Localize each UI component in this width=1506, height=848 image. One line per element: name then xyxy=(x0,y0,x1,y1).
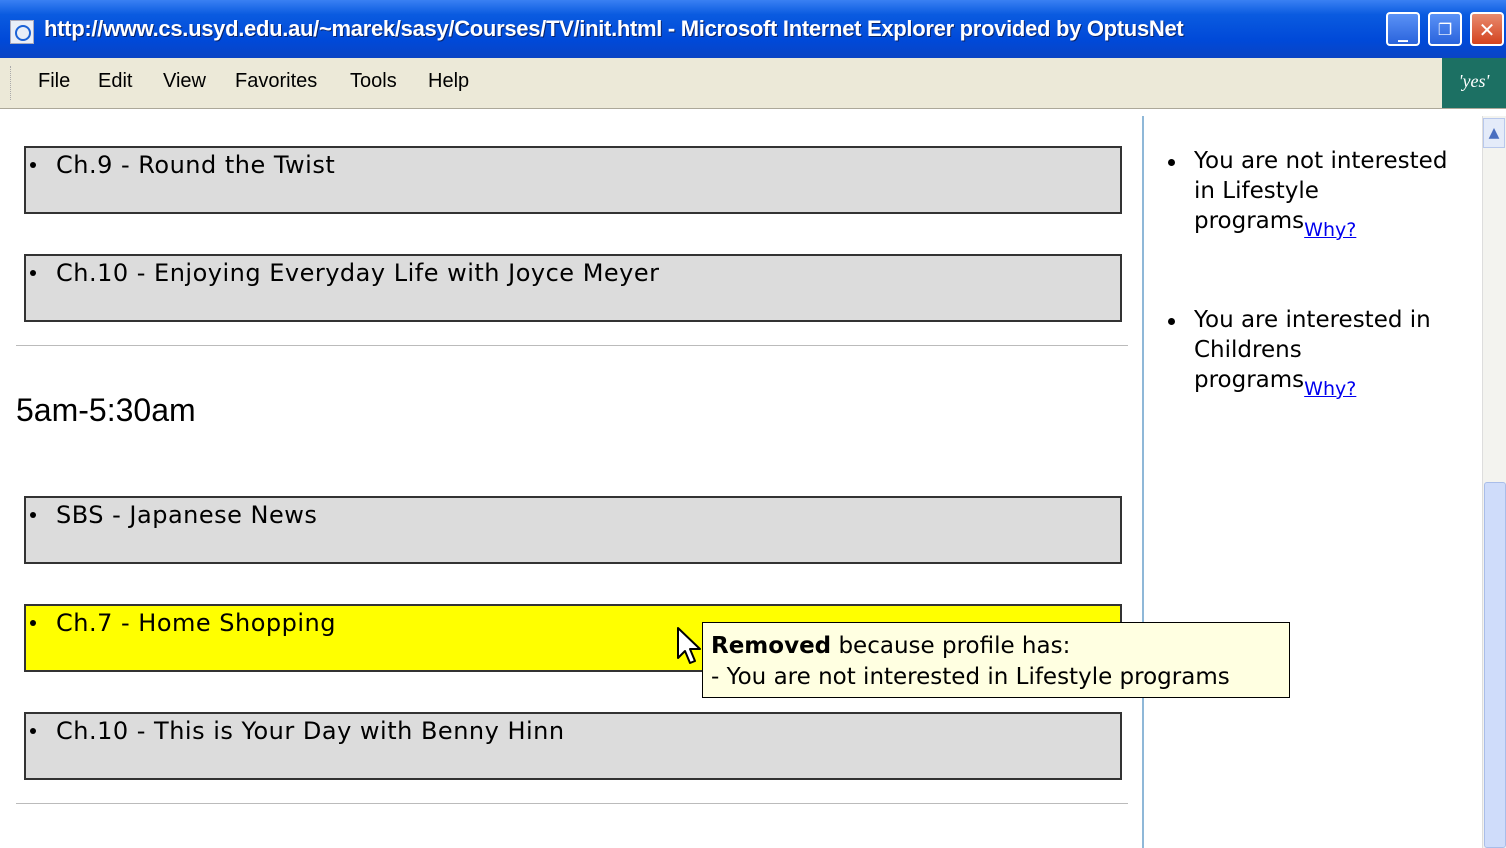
program-item[interactable]: SBS - Japanese News xyxy=(24,496,1122,564)
menu-file[interactable]: File xyxy=(38,70,70,93)
close-button[interactable]: ✕ xyxy=(1470,12,1504,46)
program-label: Ch.9 - Round the Twist xyxy=(56,151,336,179)
menu-favorites[interactable]: Favorites xyxy=(235,70,317,93)
program-label: Ch.7 - Home Shopping xyxy=(56,609,336,637)
menu-view[interactable]: View xyxy=(163,70,206,93)
scroll-thumb[interactable] xyxy=(1484,482,1506,848)
isp-logo: 'yes' xyxy=(1442,58,1506,108)
bullet xyxy=(30,620,36,626)
menu-help[interactable]: Help xyxy=(428,70,469,93)
profile-item: You are not interested in Lifestyle prog… xyxy=(1168,146,1464,245)
restore-button[interactable]: ❐ xyxy=(1428,12,1462,46)
minimize-button[interactable]: _ xyxy=(1386,12,1420,46)
bullet xyxy=(30,728,36,734)
title-bar: http://www.cs.usyd.edu.au/~marek/sasy/Co… xyxy=(0,0,1506,58)
tooltip-line-1: Removed because profile has: xyxy=(711,631,1289,662)
scroll-up-button[interactable]: ▲ xyxy=(1483,118,1505,148)
program-item[interactable]: Ch.9 - Round the Twist xyxy=(24,146,1122,214)
vertical-scrollbar[interactable]: ▲ xyxy=(1482,116,1506,848)
tv-guide-content: Ch.9 - Round the Twist Ch.10 - Enjoying … xyxy=(0,116,1142,848)
divider xyxy=(16,345,1128,346)
restore-icon: ❐ xyxy=(1437,20,1453,39)
profile-sidebar: You are not interested in Lifestyle prog… xyxy=(1146,116,1482,848)
frame-divider[interactable] xyxy=(1142,116,1144,848)
minimize-icon: _ xyxy=(1398,18,1408,42)
profile-item: You are interested in Childrens programs… xyxy=(1168,305,1464,404)
program-label: SBS - Japanese News xyxy=(56,501,318,529)
toolbar-grip[interactable] xyxy=(10,66,14,100)
bullet xyxy=(1168,318,1175,325)
internet-explorer-icon xyxy=(10,20,34,44)
divider xyxy=(16,803,1128,804)
window-title: http://www.cs.usyd.edu.au/~marek/sasy/Co… xyxy=(44,16,1184,41)
tooltip-bold: Removed xyxy=(711,633,832,659)
why-link[interactable]: Why? xyxy=(1304,378,1356,400)
tooltip-line-2: - You are not interested in Lifestyle pr… xyxy=(711,664,1230,690)
bullet xyxy=(30,162,36,168)
why-link[interactable]: Why? xyxy=(1304,219,1356,241)
menu-bar: File Edit View Favorites Tools Help 'yes… xyxy=(0,58,1506,109)
program-item[interactable]: Ch.10 - Enjoying Everyday Life with Joyc… xyxy=(24,254,1122,322)
program-label: Ch.10 - This is Your Day with Benny Hinn xyxy=(56,717,565,745)
menu-edit[interactable]: Edit xyxy=(98,70,132,93)
bullet xyxy=(30,270,36,276)
bullet xyxy=(1168,159,1175,166)
tooltip-text: because profile has: xyxy=(831,633,1071,659)
program-label: Ch.10 - Enjoying Everyday Life with Joyc… xyxy=(56,259,660,287)
menu-tools[interactable]: Tools xyxy=(350,70,397,93)
bullet xyxy=(30,512,36,518)
removal-tooltip: Removed because profile has: - You are n… xyxy=(702,622,1290,698)
mouse-cursor-icon xyxy=(677,627,701,664)
program-item[interactable]: Ch.10 - This is Your Day with Benny Hinn xyxy=(24,712,1122,780)
close-icon: ✕ xyxy=(1478,18,1496,42)
timeslot-heading: 5am-5:30am xyxy=(16,392,196,428)
chevron-up-icon: ▲ xyxy=(1488,125,1500,141)
